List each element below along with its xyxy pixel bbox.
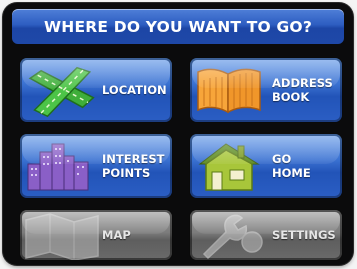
settings-label: SETTINGS bbox=[272, 228, 336, 242]
interest-points-label-line1: INTEREST bbox=[102, 152, 165, 166]
map-label: MAP bbox=[102, 228, 131, 242]
go-home-button[interactable]: GO HOME bbox=[190, 134, 342, 198]
interest-points-label-line2: POINTS bbox=[102, 166, 151, 180]
go-home-label-line1: GO bbox=[272, 152, 292, 166]
map-button[interactable]: MAP bbox=[20, 210, 172, 260]
interest-points-button[interactable]: INTEREST POINTS bbox=[20, 134, 172, 198]
location-label: LOCATION bbox=[102, 83, 167, 97]
house-icon bbox=[198, 143, 260, 191]
location-button[interactable]: LOCATION bbox=[20, 58, 172, 122]
settings-button[interactable]: SETTINGS bbox=[190, 210, 342, 260]
navigation-screen: WHERE DO YOU WANT TO GO? LOCATION ADDRES… bbox=[3, 3, 353, 265]
address-book-label-line2: BOOK bbox=[272, 90, 310, 104]
page-title: WHERE DO YOU WANT TO GO? bbox=[12, 9, 344, 44]
address-book-label-line1: ADDRESS bbox=[272, 76, 333, 90]
wrench-icon bbox=[202, 214, 263, 260]
crossroads-icon bbox=[28, 66, 95, 118]
map-icon bbox=[25, 213, 99, 260]
city-buildings-icon bbox=[27, 143, 89, 191]
open-book-icon bbox=[197, 68, 261, 114]
go-home-label-line2: HOME bbox=[272, 166, 311, 180]
address-book-button[interactable]: ADDRESS BOOK bbox=[190, 58, 342, 122]
page-title-text: WHERE DO YOU WANT TO GO? bbox=[43, 17, 313, 36]
